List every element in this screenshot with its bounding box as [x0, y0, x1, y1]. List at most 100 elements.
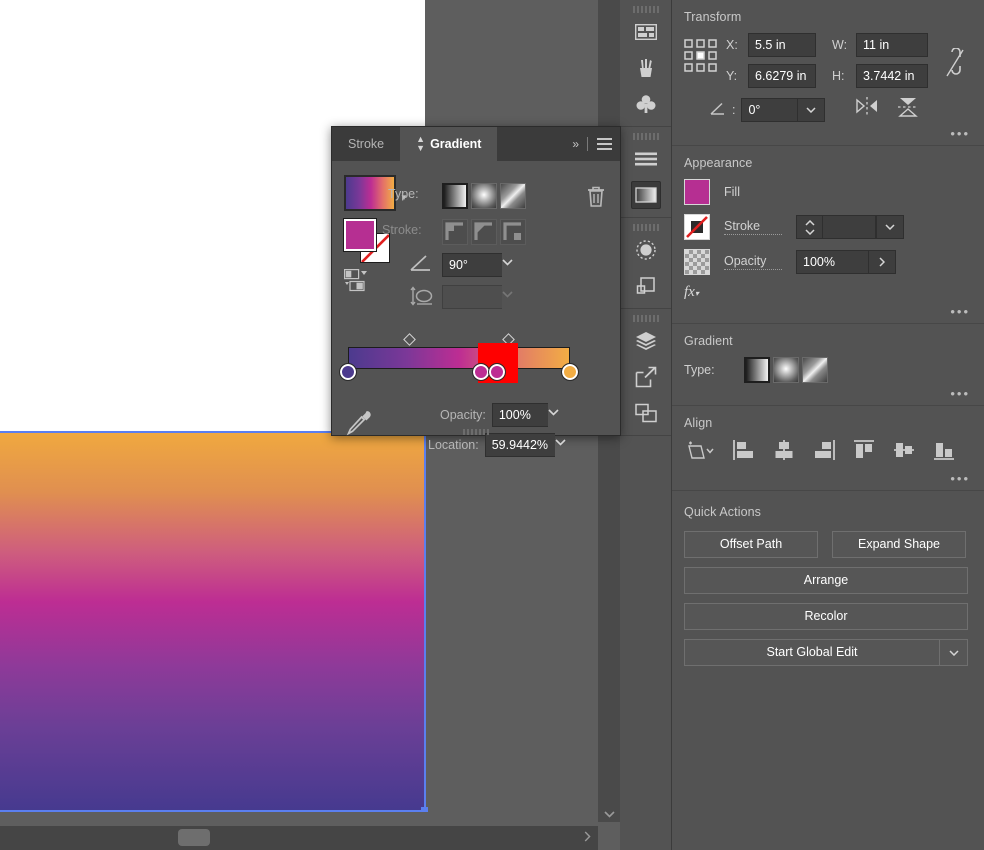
appearance-more-options[interactable]: •••: [950, 307, 970, 317]
opacity-control[interactable]: [796, 250, 896, 274]
gradient-type-linear-button[interactable]: [744, 357, 770, 383]
stroke-weight-stepper[interactable]: [796, 215, 822, 239]
horizontal-align-right-icon[interactable]: [812, 439, 836, 466]
horizontal-align-center-icon[interactable]: [772, 439, 796, 466]
vertical-align-center-icon[interactable]: [892, 439, 916, 466]
gradient-radial-button[interactable]: [471, 183, 497, 209]
gradient-aspect-ratio-input[interactable]: [442, 285, 502, 309]
arrange-button[interactable]: Arrange: [684, 567, 968, 594]
location-chevron-down-icon[interactable]: [555, 433, 566, 457]
gradient-angle-input[interactable]: [442, 253, 502, 277]
gradient-type-buttons[interactable]: [442, 183, 526, 209]
gradient-linear-button[interactable]: [442, 183, 468, 209]
chevron-down-icon[interactable]: [797, 98, 825, 122]
tab-stroke[interactable]: Stroke: [332, 127, 400, 161]
y-input[interactable]: [748, 64, 816, 88]
gradient-stop-end[interactable]: [562, 364, 578, 380]
dock-item-align[interactable]: [620, 141, 672, 177]
gradient-stroke-type-buttons[interactable]: [442, 219, 526, 245]
horizontal-align-left-icon[interactable]: [732, 439, 756, 466]
stroke-within-button[interactable]: [442, 219, 468, 245]
gradient-location-combo[interactable]: [485, 433, 566, 457]
gradient-opacity-combo[interactable]: [492, 403, 559, 427]
dock-grip[interactable]: [620, 309, 671, 323]
h-input[interactable]: [856, 64, 928, 88]
gradient-fill-swatch[interactable]: [344, 219, 376, 251]
dock-item-asset-export[interactable]: [620, 359, 672, 395]
gradient-aspect-ratio-combo[interactable]: [442, 285, 513, 309]
stroke-chevron-down-icon[interactable]: [876, 215, 904, 239]
gradient-artwork-rectangle[interactable]: [0, 432, 425, 810]
dock-item-appearance[interactable]: [620, 232, 672, 268]
fill-stroke-mini-buttons[interactable]: [344, 269, 380, 293]
scroll-down-chevron-icon[interactable]: [598, 805, 620, 823]
dock-item-pathfinder[interactable]: [620, 268, 672, 304]
angle-chevron-down-icon[interactable]: [502, 253, 513, 277]
transform-more-options[interactable]: •••: [950, 129, 970, 139]
gradient-location-input[interactable]: [485, 433, 555, 457]
horizontal-scrollbar-thumb[interactable]: [178, 829, 210, 846]
x-input[interactable]: [748, 33, 816, 57]
stroke-swatch-none[interactable]: [684, 214, 710, 240]
vertical-align-top-icon[interactable]: [852, 439, 876, 466]
scroll-right-chevron-icon[interactable]: [580, 831, 594, 845]
gradient-ramp[interactable]: [348, 347, 570, 369]
gradient-slider[interactable]: [348, 347, 570, 369]
vertical-align-bottom-icon[interactable]: [932, 439, 956, 466]
dock-item-gradient[interactable]: [620, 177, 672, 213]
gradient-more-options[interactable]: •••: [950, 389, 970, 399]
dock-grip[interactable]: [620, 127, 671, 141]
gradient-freeform-button[interactable]: [500, 183, 526, 209]
aspect-chevron-down-icon[interactable]: [502, 285, 513, 309]
recolor-button[interactable]: Recolor: [684, 603, 968, 630]
opacity-checker-swatch[interactable]: [684, 249, 710, 275]
dock-grip[interactable]: [620, 0, 671, 14]
stroke-weight-control[interactable]: [796, 215, 904, 239]
gradient-stop-middle[interactable]: [473, 364, 489, 380]
collapse-panel-icon[interactable]: »: [572, 137, 578, 151]
opacity-input[interactable]: [796, 250, 868, 274]
dock-item-symbols[interactable]: [620, 86, 672, 122]
gradient-stop-middle-marker[interactable]: [489, 364, 505, 380]
flip-vertical-icon[interactable]: [897, 96, 919, 123]
reference-point-selector[interactable]: [684, 39, 718, 73]
rotate-angle-combo[interactable]: [741, 98, 825, 122]
gradient-midpoint-marker[interactable]: [403, 333, 416, 346]
opacity-row[interactable]: Opacity: [684, 249, 972, 275]
panel-menu-icon[interactable]: [597, 138, 612, 150]
gradient-type-radial-button[interactable]: [773, 357, 799, 383]
gradient-angle-combo[interactable]: [442, 253, 513, 277]
gradient-stop-start[interactable]: [340, 364, 356, 380]
stroke-along-button[interactable]: [471, 219, 497, 245]
stroke-across-button[interactable]: [500, 219, 526, 245]
dock-item-brushes[interactable]: [620, 50, 672, 86]
dock-grip[interactable]: [620, 218, 671, 232]
canvas-horizontal-scrollbar[interactable]: [0, 826, 598, 850]
rotate-angle-input[interactable]: [741, 98, 797, 122]
fx-label[interactable]: fx▾: [684, 284, 972, 301]
tab-gradient[interactable]: ▲▼ Gradient: [400, 127, 497, 161]
panel-icon-dock[interactable]: [620, 0, 672, 850]
expand-shape-button[interactable]: Expand Shape: [832, 531, 966, 558]
panel-resize-grip[interactable]: [463, 429, 489, 435]
opacity-expand-icon[interactable]: [868, 250, 896, 274]
dock-item-artboards[interactable]: [620, 14, 672, 50]
offset-path-button[interactable]: Offset Path: [684, 531, 818, 558]
flip-horizontal-icon[interactable]: [855, 96, 879, 123]
stroke-weight-input[interactable]: [822, 215, 876, 239]
gradient-opacity-input[interactable]: [492, 403, 548, 427]
eyedropper-icon[interactable]: [346, 409, 372, 442]
dock-item-artboards2[interactable]: [620, 395, 672, 431]
constrain-proportions-icon[interactable]: [944, 48, 966, 83]
stroke-row[interactable]: Stroke: [684, 214, 972, 240]
gradient-floating-panel[interactable]: Stroke ▲▼ Gradient » ▼: [331, 126, 621, 436]
delete-stop-icon[interactable]: [586, 185, 606, 214]
w-input[interactable]: [856, 33, 928, 57]
start-global-edit-group[interactable]: Start Global Edit: [684, 639, 972, 666]
dock-item-layers[interactable]: [620, 323, 672, 359]
fill-swatch[interactable]: [684, 179, 710, 205]
fill-row[interactable]: Fill: [684, 179, 972, 205]
global-edit-chevron-down-icon[interactable]: [940, 639, 968, 666]
gradient-type-freeform-button[interactable]: [802, 357, 828, 383]
start-global-edit-button[interactable]: Start Global Edit: [684, 639, 940, 666]
